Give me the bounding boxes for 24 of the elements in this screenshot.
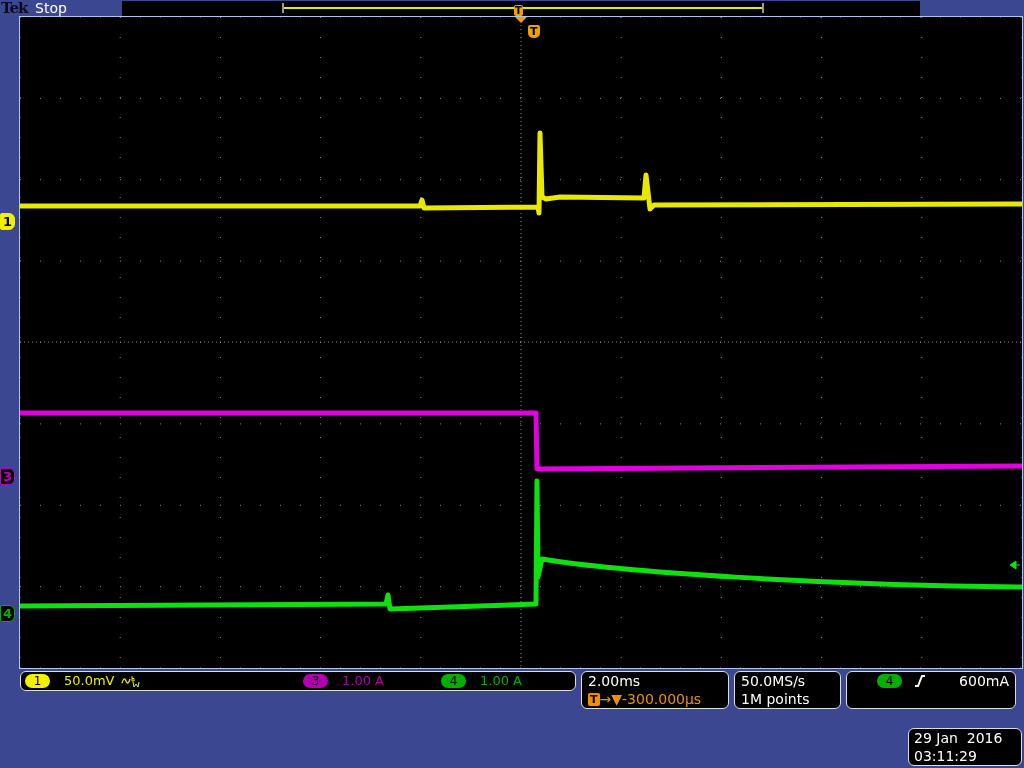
trigger-icon: T [588,692,600,706]
record-length: 1M points [741,690,811,708]
vertical-scale: 1.00 A [480,673,522,688]
channel-badge[interactable]: 1 [25,673,50,688]
trigger-level: 600mA [959,673,1009,689]
acquisition-status: Stop [35,0,68,16]
channel-marker[interactable]: 4 [0,605,15,622]
trigger-level-icon [1009,560,1021,570]
vertical-scale: 50.0mV [64,673,115,688]
trigger-source-badge[interactable]: 4 [877,674,902,688]
date: 29 Jan 2016 [914,729,1004,747]
brand-logo: Tek [0,0,30,17]
trigger-arrow-icon [515,17,527,23]
time: 03:11:29 [914,747,978,765]
channel-marker[interactable]: 1 [0,213,15,230]
sample-rate: 50.0MS/s [741,672,807,690]
trigger-marker: T [528,25,540,38]
channel-marker[interactable]: 3 [0,468,15,485]
channel-badge[interactable]: 4 [441,673,466,688]
trigger-position-marker: T [514,4,523,16]
time-scale: 2.00ms [588,672,642,690]
trigger-delay: -300.000µs [622,690,702,708]
vertical-scale: 1.00 A [342,673,384,688]
delay-arrow: →▼ [599,690,622,708]
